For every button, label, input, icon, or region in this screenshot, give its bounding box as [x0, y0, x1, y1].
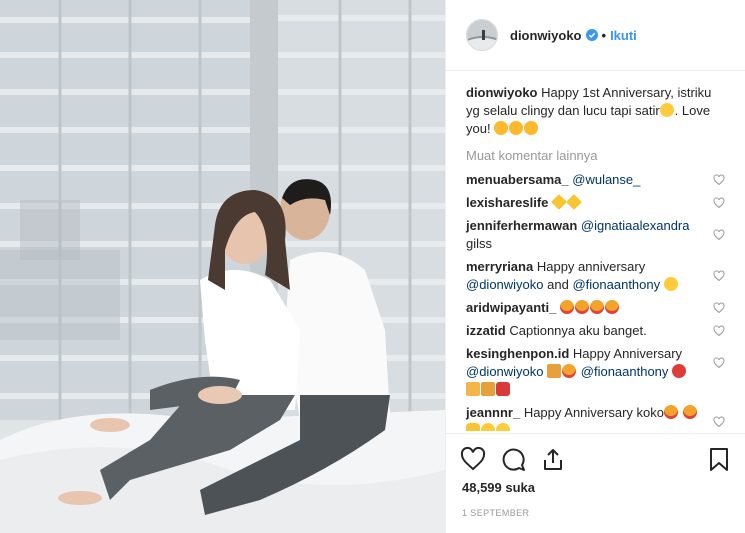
comment-item: lexishareslife: [466, 194, 725, 212]
comments-list[interactable]: dionwiyoko Happy 1st Anniversary, istrik…: [446, 71, 745, 431]
comment-username[interactable]: merryriana: [466, 259, 533, 274]
comment-like-heart-icon[interactable]: [713, 357, 725, 369]
post-header: dionwiyoko • Ikuti: [446, 0, 745, 71]
comment-text-2: and: [547, 277, 569, 292]
comment-mention[interactable]: @wulanse_: [572, 172, 640, 187]
heart-eyes-icon: [559, 300, 574, 314]
comment-username[interactable]: izzatid: [466, 323, 506, 338]
instagram-post: dionwiyoko • Ikuti dionwiyoko Happy 1st …: [0, 0, 745, 533]
smiling-face-icon: [496, 423, 510, 431]
comment-like-heart-icon[interactable]: [713, 325, 725, 337]
kissing-face-icon: [509, 121, 524, 135]
comment-text: gilss: [466, 236, 493, 251]
header-separator: •: [601, 27, 607, 43]
share-icon[interactable]: [540, 446, 566, 472]
comment-like-heart-icon[interactable]: [713, 302, 725, 314]
dancer-icon: [496, 382, 510, 396]
action-icons-row: [460, 440, 732, 478]
comment-icon[interactable]: [500, 446, 526, 472]
header-username[interactable]: dionwiyoko: [510, 28, 582, 43]
post-side-panel: dionwiyoko • Ikuti dionwiyoko Happy 1st …: [445, 0, 745, 533]
comment-item: jenniferhermawan @ignatiaalexandra gilss: [466, 217, 725, 253]
verified-badge-icon: [585, 29, 598, 41]
comment-text: Happy Anniversary koko: [523, 405, 664, 420]
comment-like-heart-icon[interactable]: [713, 174, 725, 186]
comment-mention[interactable]: @ignatiaalexandra: [581, 218, 690, 233]
comment-item: menuabersama_ @wulanse_: [466, 171, 725, 189]
avatar[interactable]: [466, 19, 498, 51]
heart-icon[interactable]: [460, 446, 486, 472]
comment-username[interactable]: jeannnr_: [466, 405, 520, 420]
sparkles-icon: [551, 194, 567, 210]
smiling-face-icon: [481, 423, 495, 431]
comment-item: jeannnr_ Happy Anniversary koko: [466, 404, 725, 431]
comment-username[interactable]: menuabersama_: [466, 172, 569, 187]
heart-eyes-icon: [574, 300, 589, 314]
comment-like-heart-icon[interactable]: [713, 416, 725, 428]
comment-item: izzatid Captionnya aku banget.: [466, 322, 725, 340]
party-popper-icon: [481, 382, 495, 396]
balloon-icon: [672, 364, 687, 378]
post-photo[interactable]: [0, 0, 445, 533]
avatar-image: [467, 20, 497, 50]
comment-item: aridwipayanti_: [466, 299, 725, 317]
comment-username[interactable]: jenniferhermawan: [466, 218, 577, 233]
comment-item: merryriana Happy anniversary @dionwiyoko…: [466, 258, 725, 294]
couple-photo: [0, 0, 445, 533]
kissing-face-icon: [524, 121, 539, 135]
heart-eyes-icon: [604, 300, 619, 314]
heart-eyes-icon: [589, 300, 604, 314]
post-caption: dionwiyoko Happy 1st Anniversary, istrik…: [466, 84, 725, 138]
comment-username[interactable]: aridwipayanti_: [466, 300, 556, 315]
comment-item: kesinghenpon.id Happy Anniversary @dionw…: [466, 345, 725, 399]
smiling-face-icon: [663, 277, 678, 291]
sparkles-icon: [566, 194, 582, 210]
load-more-comments-link[interactable]: Muat komentar lainnya: [466, 147, 725, 165]
clapping-hands-icon: [466, 423, 480, 431]
kissing-face-icon: [494, 121, 509, 135]
caption-username[interactable]: dionwiyoko: [466, 85, 538, 100]
comment-text: Happy anniversary: [536, 259, 646, 274]
comment-like-heart-icon[interactable]: [713, 229, 725, 241]
post-actions: 48,599 suka 1 September: [446, 433, 745, 518]
comment-text: Happy Anniversary: [572, 346, 683, 361]
comment-like-heart-icon[interactable]: [713, 197, 725, 209]
post-date[interactable]: 1 September: [460, 508, 732, 518]
follow-button[interactable]: Ikuti: [610, 28, 637, 43]
comment-like-heart-icon[interactable]: [713, 270, 725, 282]
heart-eyes-icon: [664, 405, 678, 419]
comment-mention[interactable]: @dionwiyoko: [466, 364, 544, 379]
likes-count[interactable]: 48,599 suka: [460, 480, 732, 495]
comment-text: Captionnya aku banget.: [509, 323, 647, 338]
comment-username[interactable]: kesinghenpon.id: [466, 346, 569, 361]
gift-icon: [466, 382, 480, 396]
party-popper-icon: [547, 364, 562, 378]
comment-mention[interactable]: @dionwiyoko: [466, 277, 544, 292]
grinning-sweat-face-icon: [659, 103, 674, 117]
comment-mention-2[interactable]: @fionaanthony: [572, 277, 660, 292]
heart-eyes-icon: [562, 364, 577, 378]
comment-username[interactable]: lexishareslife: [466, 195, 548, 210]
bookmark-icon[interactable]: [706, 446, 732, 472]
comment-mention-2[interactable]: @fionaanthony: [581, 364, 669, 379]
heart-eyes-icon: [682, 405, 697, 419]
